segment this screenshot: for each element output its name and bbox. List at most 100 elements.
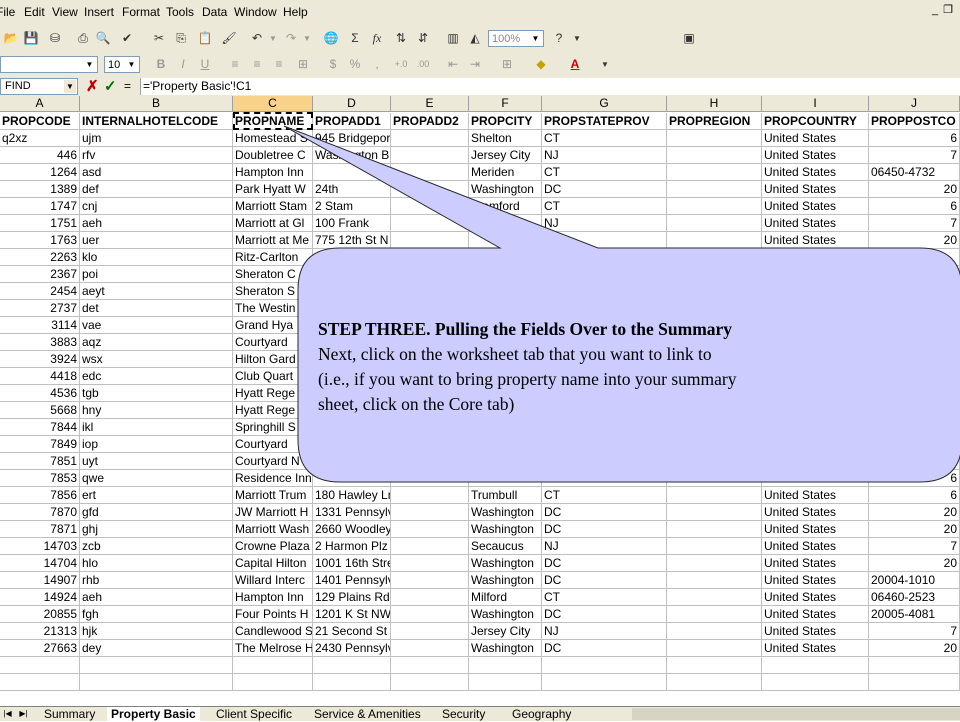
table-cell[interactable]: 21313 (0, 623, 80, 640)
column-header-h[interactable]: H (667, 96, 762, 112)
percent-button[interactable]: % (346, 56, 364, 73)
sheet-tab-property-basic[interactable]: Property Basic (107, 707, 200, 721)
table-cell[interactable] (391, 130, 469, 147)
table-cell[interactable]: Washington (469, 640, 542, 657)
bold-button[interactable]: B (152, 56, 170, 73)
menu-edit[interactable]: Edit (24, 5, 45, 19)
column-header-b[interactable]: B (80, 96, 233, 112)
table-cell[interactable]: 5668 (0, 402, 80, 419)
table-cell[interactable]: Capital Hilton (233, 555, 313, 572)
menu-help[interactable]: Help (283, 5, 308, 19)
table-cell[interactable] (391, 674, 469, 691)
table-cell[interactable]: 27663 (0, 640, 80, 657)
table-cell[interactable] (869, 283, 960, 300)
table-cell[interactable]: NJ (542, 215, 667, 232)
table-cell[interactable]: United States (762, 606, 869, 623)
table-cell[interactable]: Courtyard N (233, 453, 313, 470)
menu-tools[interactable]: Tools (166, 5, 194, 19)
table-cell[interactable]: CT (542, 130, 667, 147)
table-cell[interactable] (667, 657, 762, 674)
column-header-a[interactable]: A (0, 96, 80, 112)
table-cell[interactable]: NJ (542, 538, 667, 555)
table-cell[interactable]: Marriott at Gl (233, 215, 313, 232)
table-cell[interactable]: DC (542, 504, 667, 521)
chart-wizard-icon[interactable]: ▥ (444, 30, 462, 47)
table-cell[interactable]: rhb (80, 572, 233, 589)
table-cell[interactable]: United States (762, 504, 869, 521)
table-cell[interactable]: JW Marriott H (233, 504, 313, 521)
table-cell[interactable]: Washington (469, 521, 542, 538)
table-cell[interactable]: Meriden (469, 164, 542, 181)
table-cell[interactable]: tgb (80, 385, 233, 402)
table-cell[interactable] (869, 674, 960, 691)
table-cell[interactable] (233, 657, 313, 674)
table-cell[interactable]: United States (762, 538, 869, 555)
table-cell[interactable] (391, 572, 469, 589)
table-cell[interactable] (869, 657, 960, 674)
merge-center-icon[interactable]: ⊞ (294, 56, 312, 73)
column-title[interactable]: PROPCITY (469, 113, 542, 130)
table-cell[interactable] (469, 283, 542, 300)
table-cell[interactable]: DC (542, 606, 667, 623)
table-cell[interactable]: Hyatt Rege (233, 385, 313, 402)
table-cell[interactable] (667, 470, 762, 487)
table-cell[interactable] (313, 419, 391, 436)
table-cell[interactable]: Willard Interc (233, 572, 313, 589)
table-cell[interactable] (391, 470, 469, 487)
table-cell[interactable]: 14703 (0, 538, 80, 555)
sheet-tab-client-specific[interactable]: Client Specific (212, 707, 296, 721)
table-cell[interactable] (391, 249, 469, 266)
toolbar-options-icon[interactable]: ▼ (596, 56, 614, 73)
table-cell[interactable]: 7870 (0, 504, 80, 521)
table-cell[interactable]: United States (762, 487, 869, 504)
table-cell[interactable]: 2 Stam (313, 198, 391, 215)
table-cell[interactable]: Springhill S (233, 419, 313, 436)
table-cell[interactable] (469, 266, 542, 283)
table-cell[interactable]: ujm (80, 130, 233, 147)
table-cell[interactable]: United States (762, 181, 869, 198)
table-cell[interactable] (391, 419, 469, 436)
cancel-icon[interactable]: ✗ (86, 78, 99, 95)
table-cell[interactable]: aeh (80, 215, 233, 232)
table-cell[interactable] (469, 232, 542, 249)
table-cell[interactable] (667, 674, 762, 691)
table-cell[interactable]: 3114 (0, 317, 80, 334)
table-cell[interactable] (542, 266, 667, 283)
table-cell[interactable] (391, 232, 469, 249)
table-cell[interactable] (469, 300, 542, 317)
sort-descending-icon[interactable]: ⇵ (414, 30, 432, 47)
table-cell[interactable]: Marriott Wash (233, 521, 313, 538)
table-cell[interactable]: 1264 (0, 164, 80, 181)
table-cell[interactable]: def (80, 181, 233, 198)
table-cell[interactable]: Washington (469, 504, 542, 521)
decrease-decimal-icon[interactable]: .00 (414, 56, 432, 73)
table-cell[interactable] (542, 657, 667, 674)
table-cell[interactable] (667, 147, 762, 164)
table-cell[interactable]: 14924 (0, 589, 80, 606)
column-header-g[interactable]: G (542, 96, 667, 112)
table-cell[interactable]: klo (80, 249, 233, 266)
table-cell[interactable] (80, 674, 233, 691)
table-cell[interactable]: 20 (869, 232, 960, 249)
table-cell[interactable] (542, 232, 667, 249)
table-cell[interactable] (542, 470, 667, 487)
table-cell[interactable]: 775 12th St N (313, 232, 391, 249)
table-cell[interactable] (233, 674, 313, 691)
cut-icon[interactable]: ✂ (150, 30, 168, 47)
table-cell[interactable] (391, 283, 469, 300)
table-cell[interactable]: United States (762, 164, 869, 181)
table-cell[interactable]: 20 (869, 640, 960, 657)
increase-decimal-icon[interactable]: +.0 (392, 56, 410, 73)
table-cell[interactable]: 20855 (0, 606, 80, 623)
table-cell[interactable] (762, 657, 869, 674)
table-cell[interactable]: Stamford (469, 198, 542, 215)
table-cell[interactable]: dey (80, 640, 233, 657)
table-cell[interactable]: United States (762, 589, 869, 606)
menu-view[interactable]: View (52, 5, 78, 19)
table-cell[interactable]: Milford (469, 589, 542, 606)
table-cell[interactable]: 7849 (0, 436, 80, 453)
table-cell[interactable]: edc (80, 368, 233, 385)
table-cell[interactable] (313, 436, 391, 453)
table-cell[interactable] (313, 266, 391, 283)
sheet-tab-service-amenities[interactable]: Service & Amenities (310, 707, 425, 721)
